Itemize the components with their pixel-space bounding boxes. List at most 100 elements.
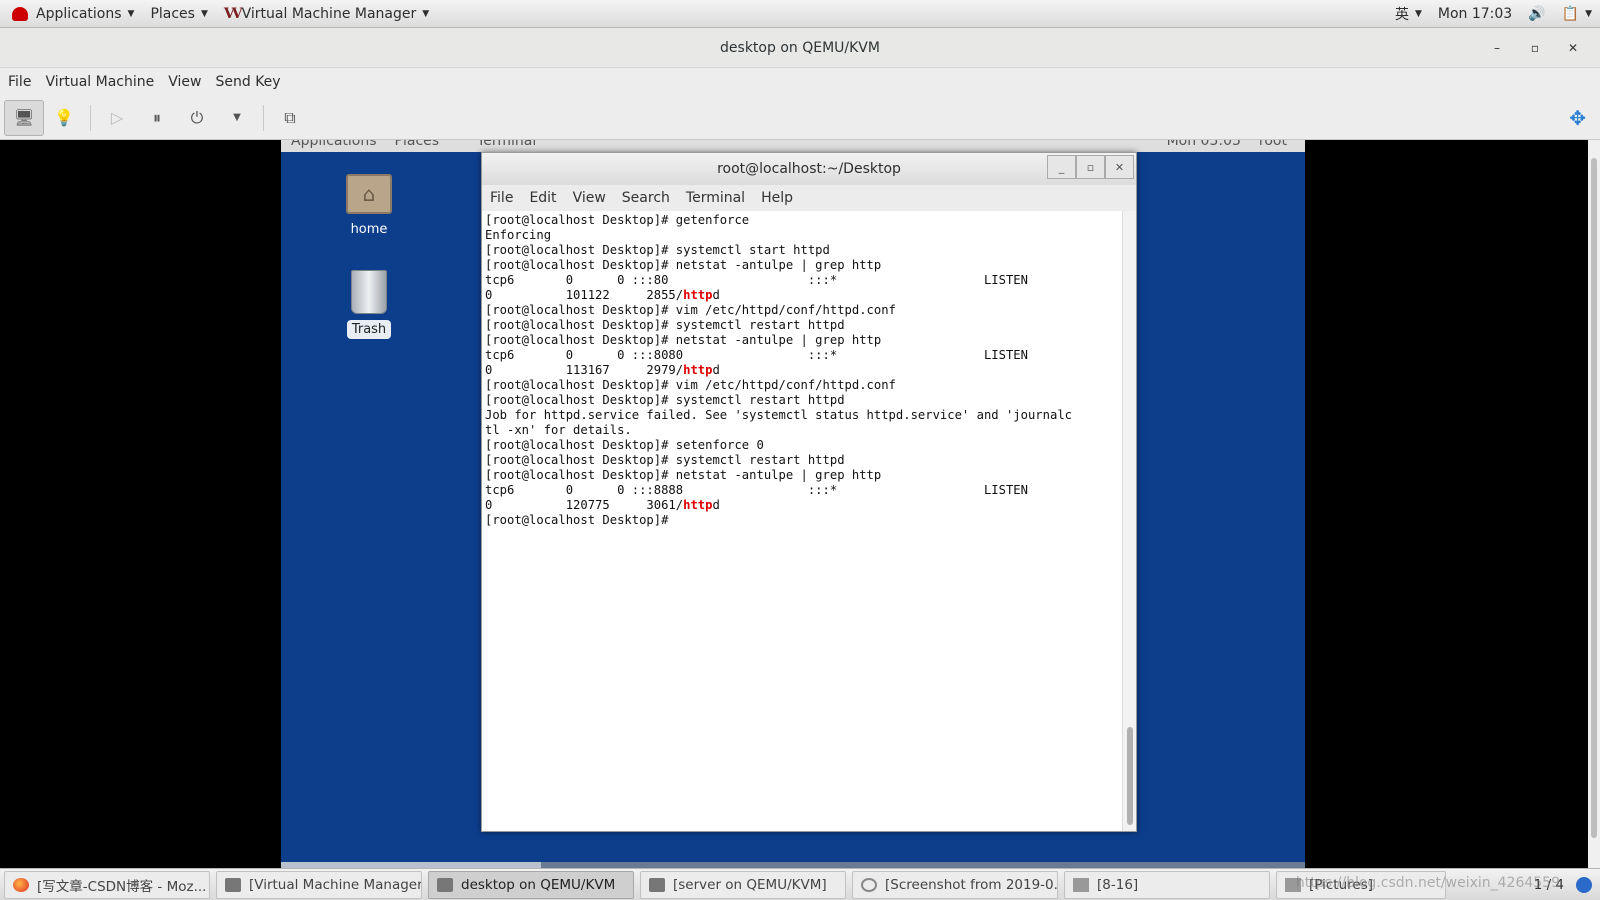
desktop-icon-label: Trash — [346, 320, 392, 339]
vmm-icon — [437, 877, 453, 892]
terminal-menu-view[interactable]: View — [573, 190, 606, 206]
lightbulb-icon: 💡 — [54, 108, 74, 127]
terminal-scrollbar-thumb[interactable] — [1127, 727, 1133, 825]
vmm-icon: VV — [223, 5, 243, 22]
guest-places-menu[interactable]: Places — [395, 140, 440, 149]
terminal-line: tcp6 0 0 :::8080 :::* LISTEN — [485, 348, 1028, 362]
task-label: [8-16] — [1097, 876, 1139, 893]
pause-icon: ⏸ — [152, 107, 161, 127]
snapshots-button[interactable]: ⧉ — [270, 100, 310, 136]
window-titlebar: desktop on QEMU/KVM – ▫ ✕ — [0, 28, 1600, 68]
task-server-vm[interactable]: [server on QEMU/KVM] — [640, 870, 846, 899]
volume-icon[interactable]: 🔊 — [1520, 0, 1553, 28]
play-icon: ▷ — [110, 108, 124, 127]
app-menu[interactable]: VV Virtual Machine Manager ▼ — [216, 0, 437, 28]
maximize-button[interactable]: ▫ — [1516, 41, 1554, 55]
terminal-line: Job for httpd.service failed. See 'syste… — [485, 408, 1072, 422]
shutdown-dropdown-button[interactable]: ▼ — [217, 100, 257, 136]
terminal-line: [root@localhost Desktop]# vim /etc/httpd… — [485, 303, 896, 317]
terminal-menu-search[interactable]: Search — [622, 190, 670, 206]
toolbar-separator — [90, 104, 91, 131]
terminal-line: [root@localhost Desktop]# systemctl rest… — [485, 393, 845, 407]
desktop-icon-label: home — [350, 222, 388, 237]
vm-vertical-scrollbar[interactable] — [1588, 140, 1600, 868]
task-label: [Screenshot from 2019-0... — [885, 876, 1058, 893]
watermark: https://blog.csdn.net/weixin_4264559 — [1295, 875, 1560, 891]
terminal-line: [root@localhost Desktop]# netstat -antul… — [485, 333, 882, 347]
fullscreen-icon[interactable]: ✥ — [1569, 106, 1586, 130]
terminal-line: [root@localhost Desktop]# netstat -antul… — [485, 258, 882, 272]
minimize-button[interactable]: – — [1478, 41, 1516, 55]
terminal-line: [root@localhost Desktop]# getenforce — [485, 213, 750, 227]
trash-icon — [351, 270, 387, 314]
snapshot-icon: ⧉ — [284, 107, 296, 127]
folder-icon — [1073, 877, 1089, 892]
chevron-down-icon: ▼ — [233, 112, 241, 123]
desktop-icon-home[interactable]: ⌂ home — [329, 174, 409, 239]
screenshot-icon — [861, 877, 877, 892]
terminal-title: root@localhost:~/Desktop — [717, 161, 901, 177]
task-firefox[interactable]: [写文章-CSDN博客 - Moz... — [4, 870, 210, 899]
clock[interactable]: Mon 17:03 — [1430, 0, 1520, 28]
terminal-line: [root@localhost Desktop]# netstat -antul… — [485, 468, 882, 482]
task-screenshot[interactable]: [Screenshot from 2019-0... — [852, 870, 1058, 899]
terminal-line: [root@localhost Desktop]# setenforce 0 — [485, 438, 764, 452]
menubar: File Virtual Machine View Send Key — [0, 68, 1600, 96]
input-method-menu[interactable]: 英 ▼ — [1387, 0, 1430, 28]
chevron-down-icon: ▼ — [1414, 8, 1422, 19]
run-button[interactable]: ▷ — [97, 100, 137, 136]
applications-menu[interactable]: Applications ▼ — [0, 0, 142, 28]
task-desktop-vm[interactable]: desktop on QEMU/KVM — [428, 870, 634, 899]
vm-display[interactable]: Applications Places Terminal Mon 05:05 r… — [0, 140, 1600, 868]
terminal-menu-help[interactable]: Help — [761, 190, 793, 206]
menu-view[interactable]: View — [168, 74, 211, 90]
terminal-menu-terminal[interactable]: Terminal — [686, 190, 745, 206]
show-console-button[interactable]: 🖥 — [4, 99, 44, 136]
system-menu[interactable]: 📋 ▼ — [1554, 0, 1600, 28]
clock-label: Mon 17:03 — [1437, 5, 1513, 22]
guest-user-menu[interactable]: root — [1259, 140, 1287, 149]
terminal-line: 0 101122 2855/httpd — [485, 288, 720, 302]
task-virtual-machine-manager[interactable]: [Virtual Machine Manager] — [216, 870, 422, 899]
guest-desktop[interactable]: Applications Places Terminal Mon 05:05 r… — [281, 140, 1305, 868]
guest-applications-menu[interactable]: Applications — [291, 140, 377, 149]
clipboard-icon: 📋 — [1561, 5, 1580, 22]
terminal-window[interactable]: root@localhost:~/Desktop _ ▫ ✕ File Edit… — [481, 152, 1137, 832]
menu-send-key[interactable]: Send Key — [215, 74, 290, 90]
task-label: [server on QEMU/KVM] — [673, 876, 827, 893]
terminal-close-button[interactable]: ✕ — [1105, 155, 1134, 179]
terminal-titlebar: root@localhost:~/Desktop _ ▫ ✕ — [482, 153, 1136, 185]
terminal-minimize-button[interactable]: _ — [1047, 155, 1076, 179]
terminal-line: tcp6 0 0 :::8888 :::* LISTEN — [485, 483, 1028, 497]
applications-label: Applications — [36, 5, 122, 22]
terminal-line: [root@localhost Desktop]# — [485, 513, 676, 527]
vmm-icon — [225, 877, 241, 892]
places-menu[interactable]: Places ▼ — [142, 0, 215, 28]
desktop-icon-trash[interactable]: Trash — [329, 270, 409, 339]
home-folder-icon: ⌂ — [346, 174, 392, 214]
top-panel: Applications ▼ Places ▼ VV Virtual Machi… — [0, 0, 1600, 28]
close-button[interactable]: ✕ — [1554, 41, 1592, 55]
terminal-output[interactable]: [root@localhost Desktop]# getenforce Enfo… — [483, 211, 1122, 831]
chevron-down-icon: ▼ — [1585, 8, 1592, 19]
menu-virtual-machine[interactable]: Virtual Machine — [45, 74, 164, 90]
pause-button[interactable]: ⏸ — [137, 100, 177, 136]
menu-file[interactable]: File — [8, 74, 41, 90]
vm-scrollbar-thumb[interactable] — [1591, 158, 1597, 838]
terminal-scrollbar[interactable] — [1122, 211, 1136, 831]
guest-clock[interactable]: Mon 05:05 — [1167, 140, 1241, 149]
shutdown-button[interactable]: ⏻ — [177, 100, 217, 136]
terminal-menubar: File Edit View Search Terminal Help — [482, 185, 1136, 211]
terminal-line: [root@localhost Desktop]# systemctl rest… — [485, 453, 845, 467]
chevron-down-icon: ▼ — [127, 8, 135, 19]
show-details-button[interactable]: 💡 — [44, 100, 84, 136]
terminal-maximize-button[interactable]: ▫ — [1076, 155, 1105, 179]
terminal-line: tcp6 0 0 :::80 :::* LISTEN — [485, 273, 1028, 287]
task-label: desktop on QEMU/KVM — [461, 876, 616, 893]
guest-terminal-tab[interactable]: Terminal — [477, 140, 536, 149]
terminal-menu-edit[interactable]: Edit — [529, 190, 556, 206]
terminal-line: 0 120775 3061/httpd — [485, 498, 720, 512]
task-folder-8-16[interactable]: [8-16] — [1064, 870, 1270, 899]
terminal-menu-file[interactable]: File — [490, 190, 513, 206]
notification-icon[interactable] — [1576, 876, 1592, 893]
